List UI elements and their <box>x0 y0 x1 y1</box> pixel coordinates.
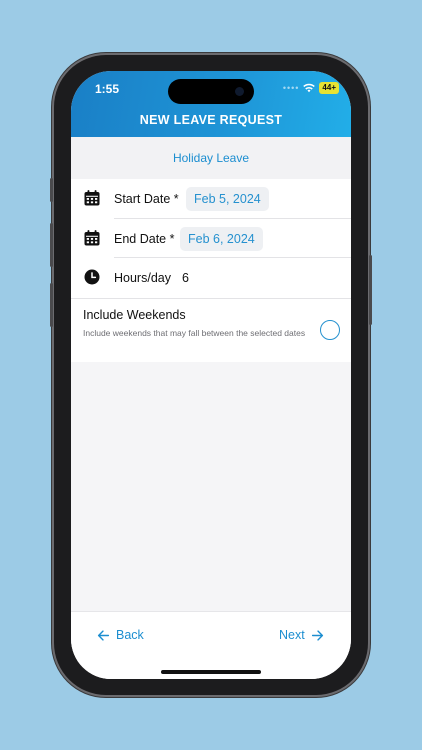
phone-frame: 1:55 •••• 44+ NEW LEAVE REQUEST Holiday … <box>50 55 372 695</box>
next-button[interactable]: Next <box>279 628 324 642</box>
end-date-row: End Date * Feb 6, 2024 <box>71 219 351 258</box>
header: 1:55 •••• 44+ NEW LEAVE REQUEST <box>71 71 351 137</box>
start-date-picker[interactable]: Feb 5, 2024 <box>186 187 269 211</box>
back-label: Back <box>116 628 144 642</box>
arrow-left-icon <box>97 629 110 641</box>
hours-label: Hours/day <box>114 271 171 285</box>
calendar-icon <box>84 190 100 206</box>
include-weekends-description: Include weekends that may fall between t… <box>83 328 306 338</box>
home-indicator <box>161 670 261 674</box>
bottom-navigation: Back Next <box>71 611 351 679</box>
next-label: Next <box>279 628 305 642</box>
start-date-label: Start Date * <box>114 192 179 206</box>
include-weekends-title: Include Weekends <box>83 308 186 322</box>
hours-row: Hours/day 6 <box>71 258 351 297</box>
end-date-label: End Date * <box>114 232 175 246</box>
calendar-icon <box>84 230 100 246</box>
camera-icon <box>235 87 244 96</box>
page-title: NEW LEAVE REQUEST <box>139 113 283 127</box>
leave-type-selector[interactable]: Holiday Leave <box>71 137 351 179</box>
end-date-picker[interactable]: Feb 6, 2024 <box>180 227 263 251</box>
start-date-row: Start Date * Feb 5, 2024 <box>71 179 351 218</box>
battery-indicator: 44+ <box>319 82 339 94</box>
include-weekends-toggle[interactable] <box>320 320 340 340</box>
hours-input[interactable]: 6 <box>182 271 189 285</box>
divider <box>71 298 351 299</box>
back-button[interactable]: Back <box>97 628 144 642</box>
action-button <box>50 178 53 202</box>
leave-form: Start Date * Feb 5, 2024 End Date * Feb … <box>71 179 351 362</box>
volume-down-button <box>50 283 53 327</box>
status-time: 1:55 <box>95 82 120 96</box>
arrow-right-icon <box>311 629 323 641</box>
dynamic-island <box>168 79 254 104</box>
status-indicators: •••• 44+ <box>283 82 339 94</box>
clock-icon <box>84 269 100 285</box>
signal-icon: •••• <box>282 83 300 93</box>
volume-up-button <box>50 223 53 267</box>
power-button <box>369 255 372 325</box>
wifi-icon <box>303 83 316 93</box>
app-screen: 1:55 •••• 44+ NEW LEAVE REQUEST Holiday … <box>71 71 351 679</box>
